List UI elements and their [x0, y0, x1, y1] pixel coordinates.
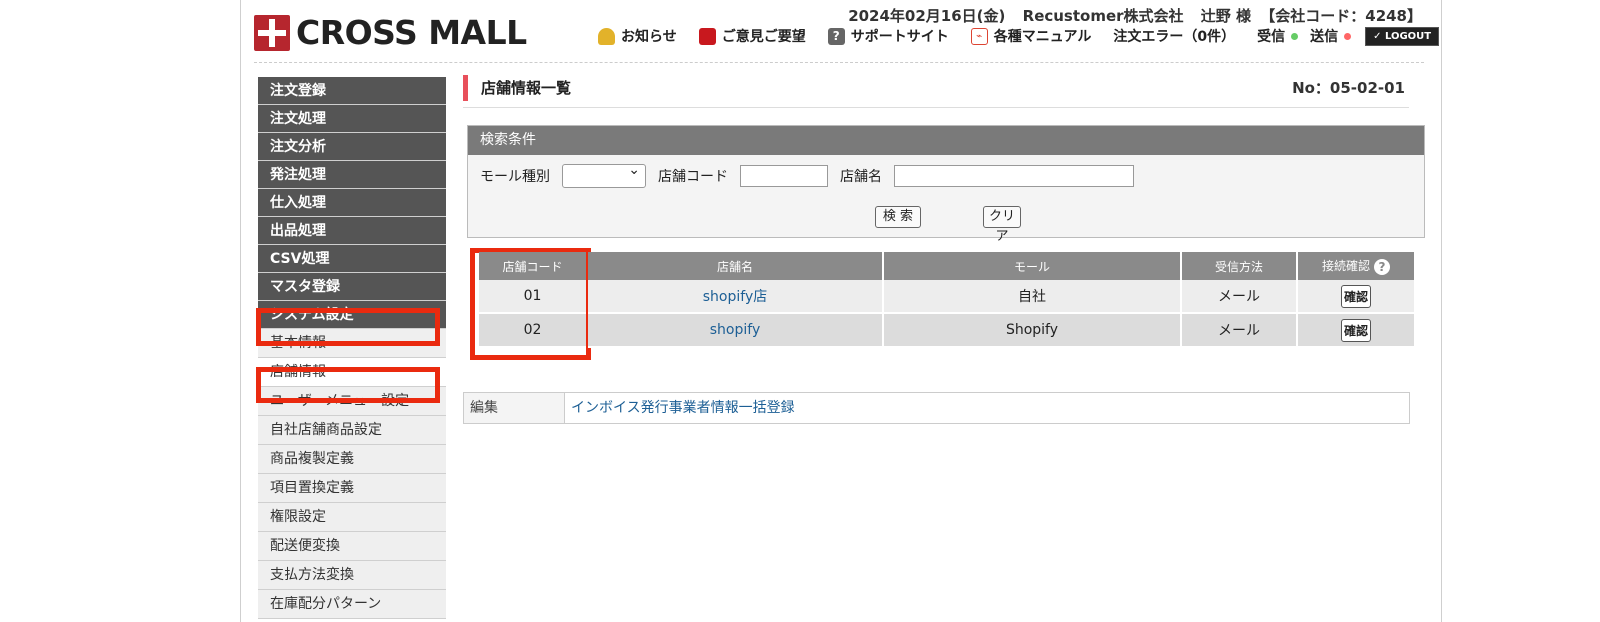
mall-cell: 自社	[884, 280, 1180, 314]
company-name: Recustomer株式会社	[1022, 7, 1184, 25]
edit-box: 編集 インボイス発行事業者情報一括登録	[463, 392, 1410, 424]
sidebar-subitem-payment-convert[interactable]: 支払方法変換	[258, 561, 446, 590]
sidebar-item-listing[interactable]: 出品処理	[258, 217, 446, 245]
invoice-bulk-register-link[interactable]: インボイス発行事業者情報一括登録	[565, 393, 795, 423]
clear-button[interactable]: クリア	[983, 206, 1021, 244]
highlight-system-settings	[256, 308, 440, 346]
support-label: サポートサイト	[850, 29, 949, 45]
sidebar-subitem-field-replace[interactable]: 項目置換定義	[258, 474, 446, 503]
header-divider	[254, 62, 1424, 63]
col-store-code: 店舗コード	[479, 252, 586, 280]
highlight-store-info	[256, 367, 440, 403]
mall-cell: Shopify	[884, 314, 1180, 348]
sidebar-subitem-shipping-convert[interactable]: 配送便変換	[258, 532, 446, 561]
search-panel: 検索条件 モール種別 店舗コード 店舗名 検 索 クリア	[467, 125, 1425, 244]
search-panel-header: 検索条件	[468, 126, 1424, 155]
postbox-icon	[698, 27, 716, 45]
pdf-icon: ⌁	[970, 27, 988, 45]
col-receive-method: 受信方法	[1182, 252, 1296, 280]
receive-label: 受信	[1257, 29, 1286, 45]
store-name-label: 店舗名	[840, 169, 882, 185]
store-name-cell: shopify	[588, 314, 882, 348]
receive-method-cell: メール	[1182, 314, 1296, 348]
store-code-input[interactable]	[740, 165, 828, 187]
notice-link[interactable]: お知らせ	[598, 26, 677, 46]
user-name: 辻野 様	[1200, 7, 1252, 25]
send-label: 送信	[1310, 29, 1339, 45]
mall-type-label: モール種別	[480, 169, 550, 185]
col-connection-check-label: 接続確認	[1321, 259, 1370, 274]
page-title: 店舗情報一覧	[481, 79, 572, 97]
receive-status-icon	[1291, 32, 1299, 40]
company-code: 【会社コード：4248】	[1260, 7, 1422, 25]
confirm-cell: 確認	[1298, 314, 1414, 348]
sidebar-subitem-permissions[interactable]: 権限設定	[258, 503, 446, 532]
help-icon[interactable]: ?	[1374, 258, 1390, 275]
store-code-label: 店舗コード	[658, 169, 728, 185]
send-status: 送信	[1310, 26, 1352, 46]
sidebar: 注文登録 注文処理 注文分析 発注処理 仕入処理 出品処理 CSV処理 マスタ登…	[258, 77, 446, 619]
logout-button[interactable]: ✓ LOGOUT	[1365, 26, 1440, 46]
store-name-link[interactable]: shopify店	[703, 289, 767, 305]
col-store-name: 店舗名	[588, 252, 882, 280]
sidebar-subitem-own-store-product[interactable]: 自社店舗商品設定	[258, 416, 446, 445]
sidebar-item-master[interactable]: マスタ登録	[258, 273, 446, 301]
order-error-link[interactable]: 注文エラー（0件）	[1113, 26, 1235, 46]
store-name-link[interactable]: shopify	[710, 322, 760, 338]
confirm-button[interactable]: 確認	[1340, 284, 1371, 308]
store-code-cell: 01	[479, 280, 586, 314]
page-frame-right	[1441, 0, 1442, 622]
sidebar-item-csv[interactable]: CSV処理	[258, 245, 446, 273]
logo-mark-icon	[254, 14, 290, 51]
page-frame-left	[240, 0, 241, 622]
cross-mall-logo[interactable]: CROSS MALL	[254, 13, 527, 52]
table-row: 02 shopify Shopify メール 確認	[479, 314, 1414, 348]
edit-label: 編集	[464, 393, 565, 423]
store-name-input[interactable]	[894, 165, 1134, 187]
confirm-cell: 確認	[1298, 280, 1414, 314]
manual-link[interactable]: ⌁ 各種マニュアル	[970, 26, 1092, 46]
header-info: 2024年02月16日(金) Recustomer株式会社 辻野 様 【会社コー…	[836, 5, 1422, 26]
search-button[interactable]: 検 索	[875, 206, 921, 228]
feedback-link[interactable]: ご意見ご要望	[698, 26, 806, 46]
sidebar-subitem-product-copy[interactable]: 商品複製定義	[258, 445, 446, 474]
receive-method-cell: メール	[1182, 280, 1296, 314]
store-code-cell: 02	[479, 314, 586, 348]
header-nav: お知らせ ご意見ご要望 ? サポートサイト ⌁ 各種マニュアル 注文エラー（0件…	[598, 26, 1440, 46]
sidebar-item-stocking[interactable]: 仕入処理	[258, 189, 446, 217]
store-table: 店舗コード 店舗名 モール 受信方法 接続確認? 01 shopify店 自社 …	[477, 252, 1416, 348]
title-accent	[463, 75, 468, 101]
support-link[interactable]: ? サポートサイト	[827, 26, 949, 46]
current-date: 2024年02月16日(金)	[848, 7, 1006, 25]
store-name-cell: shopify店	[588, 280, 882, 314]
table-row: 01 shopify店 自社 メール 確認	[479, 280, 1414, 314]
page-title-bar: 店舗情報一覧 No：05-02-01	[463, 73, 1409, 108]
feedback-label: ご意見ご要望	[721, 29, 806, 45]
col-mall: モール	[884, 252, 1180, 280]
bell-icon	[598, 27, 615, 45]
order-error-label: 注文エラー（0件）	[1113, 29, 1236, 45]
page-number: No：05-02-01	[1292, 79, 1405, 97]
sidebar-item-order-process[interactable]: 注文処理	[258, 105, 446, 133]
sidebar-item-purchase-order[interactable]: 発注処理	[258, 161, 446, 189]
search-row: モール種別 店舗コード 店舗名	[480, 162, 1146, 188]
help-icon: ?	[827, 27, 845, 45]
logo-text: CROSS MALL	[296, 13, 527, 52]
sidebar-item-order-register[interactable]: 注文登録	[258, 77, 446, 105]
sidebar-subitem-stock-allocation[interactable]: 在庫配分パターン	[258, 590, 446, 619]
receive-status: 受信	[1257, 26, 1299, 46]
manual-label: 各種マニュアル	[993, 29, 1092, 45]
notice-label: お知らせ	[621, 29, 677, 45]
confirm-button[interactable]: 確認	[1340, 318, 1371, 342]
col-connection-check: 接続確認?	[1298, 252, 1414, 280]
send-status-icon	[1344, 32, 1352, 40]
sidebar-item-order-analysis[interactable]: 注文分析	[258, 133, 446, 161]
mall-type-select[interactable]	[562, 162, 646, 188]
table-header-row: 店舗コード 店舗名 モール 受信方法 接続確認?	[479, 252, 1414, 280]
